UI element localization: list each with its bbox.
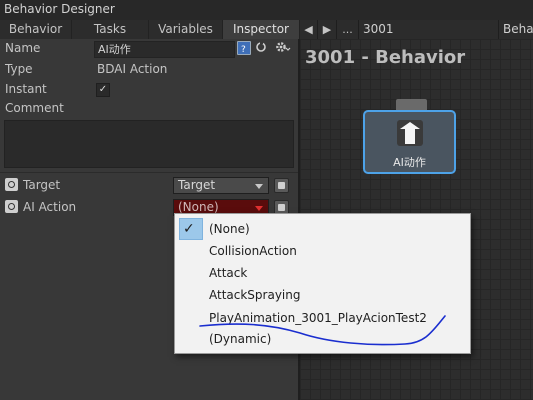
divider (0, 172, 298, 173)
tab-behavior[interactable]: Behavior (0, 20, 72, 39)
instant-label: Instant (5, 82, 47, 96)
instant-checkbox[interactable]: ✓ (96, 83, 110, 97)
target-label: Target (23, 178, 61, 192)
tab-bar: Behavior Tasks Variables Inspector (0, 20, 300, 39)
tab-variables[interactable]: Variables (149, 20, 223, 39)
type-label: Type (5, 62, 33, 76)
name-label: Name (5, 41, 41, 55)
comment-label: Comment (5, 101, 64, 115)
next-behavior-button[interactable]: ▶ (318, 20, 337, 39)
node-input-connector[interactable] (396, 99, 427, 110)
menu-item-none[interactable]: (None) (175, 218, 468, 240)
tab-tasks[interactable]: Tasks (72, 20, 149, 39)
action-icon (395, 116, 425, 148)
menu-item-attack-spraying[interactable]: AttackSpraying (175, 284, 468, 306)
target-variable-button[interactable] (274, 178, 289, 193)
menu-item-label: CollisionAction (209, 244, 297, 258)
menu-item-label: Attack (209, 266, 248, 280)
menu-item-label: (None) (209, 222, 250, 236)
chevron-down-icon (255, 206, 263, 211)
behavior-dropdown[interactable]: Beha (499, 20, 533, 39)
type-value: BDAI Action (97, 62, 168, 76)
menu-item-attack[interactable]: Attack (175, 262, 468, 284)
graph-title: 3001 - Behavior (305, 47, 466, 68)
svg-text:?: ? (241, 45, 246, 54)
menu-item-play-animation[interactable]: PlayAnimation_3001_PlayAcionTest2 (175, 307, 468, 329)
variable-reference-icon[interactable] (5, 178, 18, 191)
target-dropdown[interactable]: Target (173, 177, 269, 194)
task-node-label: AI动作 (393, 156, 426, 169)
ai-action-dropdown-value: (None) (178, 200, 219, 214)
menu-item-label: PlayAnimation_3001_PlayAcionTest2 (209, 311, 427, 325)
menu-item-collision-action[interactable]: CollisionAction (175, 240, 468, 262)
tab-inspector[interactable]: Inspector (223, 20, 300, 39)
window-title-bar: Behavior Designer (0, 0, 533, 20)
gear-icon[interactable] (275, 41, 291, 53)
help-icon[interactable]: ? (237, 41, 251, 55)
ai-action-label: AI Action (23, 200, 77, 214)
refresh-icon[interactable] (255, 41, 267, 53)
more-options-button[interactable]: ... (337, 20, 359, 39)
task-node[interactable]: AI动作 (363, 110, 456, 174)
prev-behavior-button[interactable]: ◀ (300, 20, 318, 39)
behavior-selector[interactable]: 3001 (359, 20, 499, 39)
menu-item-dynamic[interactable]: (Dynamic) (175, 328, 468, 350)
window-title: Behavior Designer (4, 2, 115, 16)
comment-textarea[interactable] (4, 120, 294, 168)
name-input[interactable]: AI动作 (94, 41, 235, 58)
chevron-down-icon (255, 184, 263, 189)
ai-action-popup-menu: ✓ (None) CollisionAction Attack AttackSp… (174, 213, 471, 354)
target-dropdown-value: Target (178, 178, 216, 192)
graph-toolbar: ◀ ▶ ... 3001 Beha (300, 20, 533, 39)
variable-reference-icon[interactable] (5, 200, 18, 213)
menu-item-label: AttackSpraying (209, 288, 301, 302)
menu-item-label: (Dynamic) (209, 332, 272, 346)
